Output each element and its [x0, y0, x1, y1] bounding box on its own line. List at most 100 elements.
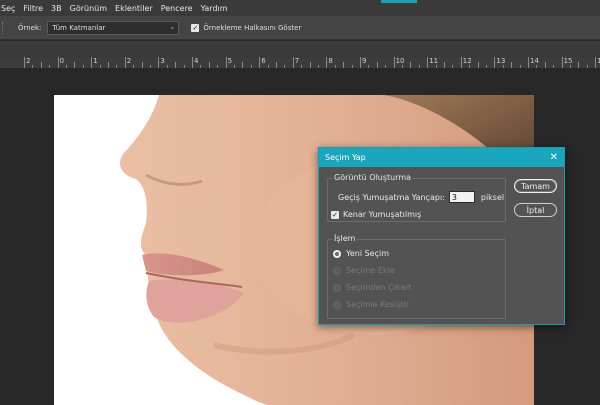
dialog-title-bar[interactable]: Seçim Yap ✕ — [319, 148, 564, 167]
ruler-label: 9 — [362, 57, 367, 65]
ruler-minor-tick — [99, 65, 101, 68]
menu-help[interactable]: Yardım — [197, 4, 232, 13]
options-bar: Örnek: Tüm Katmanlar ⌄ ✓ Örnekleme Halka… — [0, 16, 600, 40]
ruler-minor-tick — [334, 65, 336, 68]
ruler-minor-tick — [150, 65, 151, 68]
radio-intersect-selection-indicator — [333, 300, 341, 309]
ruler-minor-tick — [208, 62, 210, 68]
ruler-minor-tick — [402, 65, 403, 68]
ruler-minor-tick — [49, 65, 51, 68]
operation-group-legend: İşlem — [332, 234, 358, 243]
ruler-label: 2 — [26, 57, 31, 65]
antialias-row[interactable]: ✓ Kenar Yumuşatılmış — [331, 210, 421, 219]
feather-radius-input[interactable]: 3 — [448, 191, 475, 203]
sample-select[interactable]: Tüm Katmanlar ⌄ — [47, 20, 180, 35]
menu-window[interactable]: Pencere — [157, 4, 197, 13]
ruler-major-tick — [561, 57, 563, 68]
ruler-minor-tick — [578, 62, 580, 68]
ok-button[interactable]: Tamam — [514, 179, 557, 193]
ruler-major-tick — [360, 57, 361, 68]
menu-view[interactable]: Görünüm — [66, 4, 111, 13]
ruler-label: 10 — [395, 57, 405, 65]
ruler-minor-tick — [452, 65, 454, 68]
ruler-major-tick — [393, 57, 395, 68]
ruler-minor-tick — [116, 65, 118, 68]
ruler-major-tick — [427, 57, 429, 68]
select-dialog: Seçim Yap ✕ Görüntü Oluşturma Geçiş Yumu… — [318, 147, 565, 325]
ruler-major-tick — [91, 57, 93, 68]
ruler-minor-tick — [376, 62, 378, 68]
ruler-minor-tick — [200, 65, 202, 68]
ruler-label: 4 — [194, 57, 199, 65]
radio-subtract-from-selection-label: Seçimden Çıkart — [346, 283, 412, 292]
antialias-checkbox[interactable]: ✓ — [331, 210, 339, 219]
dialog-title: Seçim Yap — [325, 153, 366, 162]
ruler-label: 3 — [160, 57, 165, 65]
ruler-label: 11 — [429, 57, 439, 65]
horizontal-ruler[interactable]: 2012345678910111213141516 — [0, 57, 600, 69]
radio-subtract-from-selection-indicator — [333, 283, 341, 292]
ruler-minor-tick — [108, 62, 109, 68]
menu-3d[interactable]: 3B — [47, 4, 66, 13]
ruler-label: 0 — [59, 57, 65, 65]
close-icon[interactable]: ✕ — [550, 152, 558, 163]
ruler-minor-tick — [351, 65, 353, 68]
ruler-label: 12 — [462, 57, 472, 65]
ruler-minor-tick — [410, 62, 412, 68]
sample-label: Örnek: — [18, 23, 42, 32]
radio-subtract-from-selection: Seçimden Çıkart — [333, 283, 412, 292]
ruler-major-tick — [24, 57, 25, 68]
ruler-label: 6 — [261, 57, 266, 65]
ruler-major-tick — [292, 57, 294, 68]
ruler-major-tick — [259, 57, 261, 68]
workspace-accent — [381, 0, 417, 3]
ruler-minor-tick — [40, 62, 42, 68]
ruler-minor-tick — [284, 65, 286, 68]
document-tab-strip — [0, 41, 600, 57]
ruler-minor-tick — [133, 65, 135, 68]
ruler-minor-tick — [318, 65, 319, 68]
ruler-minor-tick — [536, 65, 538, 68]
ruler-major-tick — [124, 57, 126, 68]
ruler-minor-tick — [418, 65, 420, 68]
ruler-minor-tick — [570, 65, 571, 68]
radio-new-selection-indicator[interactable] — [333, 249, 341, 258]
ruler-minor-tick — [519, 65, 521, 68]
ruler-major-tick — [192, 57, 193, 68]
ruler-minor-tick — [242, 62, 244, 68]
ruler-major-tick — [528, 57, 529, 68]
ruler-minor-tick — [469, 65, 471, 68]
cancel-button[interactable]: İptal — [514, 203, 557, 217]
menu-filter[interactable]: Filtre — [19, 4, 47, 13]
ruler-minor-tick — [66, 65, 67, 68]
ruler-major-tick — [158, 57, 160, 68]
radio-add-to-selection: Seçime Ekle — [333, 266, 395, 275]
ruler-major-tick — [225, 57, 227, 68]
ruler-label: 1 — [93, 57, 98, 65]
render-group-legend: Görüntü Oluşturma — [332, 173, 414, 182]
ruler-major-tick — [494, 57, 496, 68]
ruler-minor-tick — [502, 65, 504, 68]
ruler-label: 8 — [328, 57, 333, 65]
ruler-label: 13 — [496, 57, 506, 65]
ruler-minor-tick — [368, 65, 370, 68]
ruler-major-tick — [326, 57, 328, 68]
sample-select-value: Tüm Katmanlar — [52, 23, 106, 32]
show-ring-checkbox[interactable]: ✓ — [191, 23, 200, 32]
ruler-minor-tick — [486, 65, 487, 68]
antialias-label: Kenar Yumuşatılmış — [343, 210, 422, 219]
ruler-minor-tick — [343, 62, 345, 68]
ruler-minor-tick — [267, 65, 269, 68]
menu-select[interactable]: Seç — [0, 4, 19, 13]
ruler-major-tick — [595, 57, 597, 68]
ruler-minor-tick — [276, 62, 277, 68]
ruler-minor-tick — [175, 62, 177, 68]
radio-intersect-selection: Seçimle Kesiştir — [333, 300, 409, 309]
ruler-minor-tick — [385, 65, 387, 68]
radio-new-selection[interactable]: Yeni Seçim — [333, 249, 389, 258]
menu-plugins[interactable]: Eklentiler — [111, 4, 157, 13]
ruler-minor-tick — [217, 65, 219, 68]
options-bar-grip[interactable] — [2, 21, 8, 34]
ruler-minor-tick — [511, 62, 513, 68]
ruler-minor-tick — [141, 62, 143, 68]
